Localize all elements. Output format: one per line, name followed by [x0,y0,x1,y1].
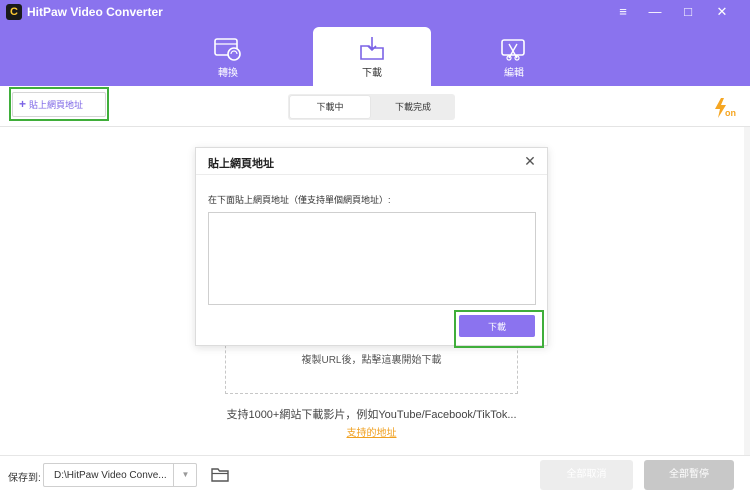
lightning-on-icon[interactable]: on [713,97,737,119]
title-bar: C HitPaw Video Converter ≡ — □ ✕ 轉換 下載 編… [0,0,750,86]
tab-convert-label: 轉換 [218,68,238,79]
app-logo-icon: C [6,4,22,20]
download-folder-icon [360,37,384,60]
scrollbar[interactable] [744,127,750,455]
tab-edit[interactable]: 編輯 [455,27,573,86]
chevron-down-icon[interactable]: ▼ [173,464,197,486]
tab-convert[interactable]: 轉換 [169,27,287,86]
supported-sites-text: 支持1000+網站下載影片，例如YouTube/Facebook/TikTok.… [226,409,517,421]
highlight-frame [454,310,544,348]
maximize-icon[interactable]: □ [677,3,699,21]
drop-zone-text: 複製URL後，點擊這裏開始下載 [301,355,442,366]
minimize-icon[interactable]: — [644,3,666,21]
download-status-switch: 下載中 下載完成 [288,94,455,120]
dialog-title: 貼上網頁地址 [208,158,274,170]
svg-text:on: on [725,108,736,118]
dialog-hint: 在下面貼上網頁地址（僅支持單個網頁地址）: [208,195,391,205]
cancel-all-button[interactable]: 全部取消 [540,460,633,490]
tab-edit-label: 編輯 [504,68,524,79]
folder-icon[interactable] [211,466,229,482]
pause-all-button[interactable]: 全部暫停 [644,460,734,490]
supported-sites-link[interactable]: 支持的地址 [300,424,443,439]
tab-download-completed[interactable]: 下載完成 [373,96,453,118]
edit-cut-icon [501,39,525,61]
app-title: HitPaw Video Converter [27,5,163,19]
menu-icon[interactable]: ≡ [612,3,634,21]
tab-download[interactable]: 下載 [313,27,431,86]
tab-downloading[interactable]: 下載中 [290,96,370,118]
film-convert-icon [214,38,241,61]
save-to-label: 保存到: [8,473,41,484]
close-icon[interactable]: ✕ [711,3,733,21]
dialog-close-icon[interactable]: ✕ [522,153,538,169]
tab-download-label: 下載 [362,68,382,79]
url-input[interactable] [208,212,536,305]
save-path-value: D:\HitPaw Video Conve... [54,470,167,481]
save-path-select[interactable]: D:\HitPaw Video Conve... ▼ [43,463,197,487]
highlight-frame [9,87,109,121]
dialog-header: 貼上網頁地址 ✕ [196,148,547,175]
